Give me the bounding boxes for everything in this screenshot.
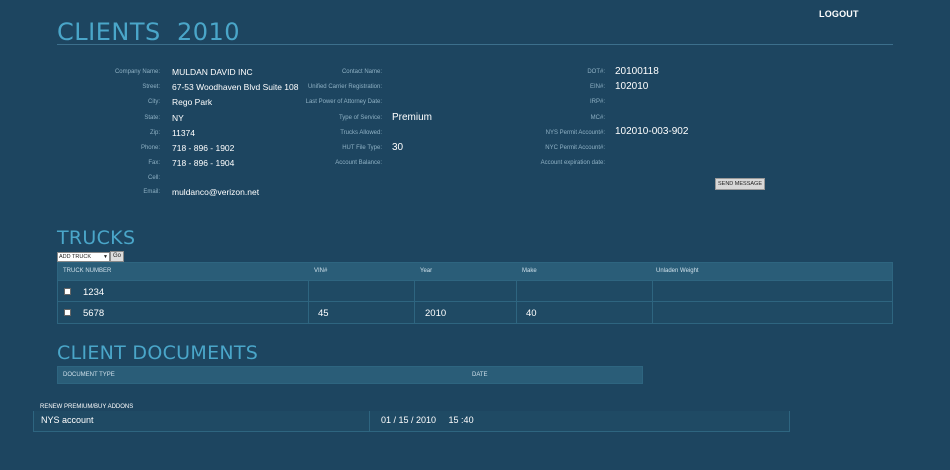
documents-table-header: DOCUMENT TYPE DATE (57, 366, 643, 384)
email-value: muldanco@verizon.net (172, 187, 260, 197)
column-divider (369, 411, 370, 432)
hut-file-type-label: HUT File Type: (342, 145, 382, 151)
col-unladen-weight: Unladen Weight (656, 268, 699, 274)
row-checkbox[interactable] (64, 309, 71, 316)
logout-link[interactable]: LOGOUT (819, 9, 859, 19)
addon-row: NYS account 01 / 15 / 2010 15 :40 (33, 411, 790, 432)
vin-cell: 45 (318, 308, 329, 319)
cell-label: Cell: (147, 175, 160, 181)
nys-permit-label: NYS Permit Account#: (545, 130, 605, 136)
year-cell: 2010 (425, 308, 447, 319)
addon-date: 01 / 15 / 2010 15 :40 (381, 415, 474, 425)
trucks-allowed-label: Trucks Allowed: (340, 130, 382, 136)
account-expiration-label: Account expiration date: (540, 160, 605, 166)
col-document-type: DOCUMENT TYPE (63, 372, 115, 378)
phone-value: 718 - 896 - 1902 (172, 143, 235, 153)
dot-value: 20100118 (615, 66, 659, 77)
add-truck-select-value: ADD TRUCK (59, 254, 91, 260)
trucks-section-title: TRUCKS (57, 227, 136, 249)
state-label: State: (144, 115, 160, 121)
ein-value: 102010 (615, 81, 649, 92)
trucks-table: TRUCK NUMBER VIN# Year Make Unladen Weig… (57, 262, 893, 324)
fax-value: 718 - 896 - 1904 (172, 158, 235, 168)
email-label: Email: (143, 189, 160, 195)
table-row[interactable]: 5678 45 2010 40 (58, 301, 892, 322)
city-label: City: (148, 99, 160, 105)
page-title: CLIENTS 2010 (57, 18, 241, 46)
documents-section-title: CLIENT DOCUMENTS (57, 342, 259, 364)
table-row[interactable]: 1234 (58, 280, 892, 301)
col-vin: VIN# (314, 268, 328, 274)
fax-label: Fax: (148, 160, 160, 166)
add-truck-select[interactable]: ADD TRUCK ▼ (57, 252, 110, 262)
row-checkbox[interactable] (64, 288, 71, 295)
zip-value: 11374 (172, 128, 196, 138)
phone-label: Phone: (140, 145, 160, 151)
state-value: NY (172, 113, 184, 123)
col-year: Year (420, 268, 433, 274)
send-message-button[interactable]: SEND MESSAGE (715, 178, 765, 190)
truck-number-cell: 1234 (83, 287, 105, 298)
go-button[interactable]: Go (110, 251, 124, 262)
col-date: DATE (472, 372, 488, 378)
trucks-table-header: TRUCK NUMBER VIN# Year Make Unladen Weig… (58, 263, 892, 280)
renew-premium-link[interactable]: RENEW PREMIUM/BUY ADDONS (40, 404, 133, 410)
dot-label: DOT#: (587, 69, 605, 75)
ein-label: EIN#: (589, 84, 605, 90)
col-truck-number: TRUCK NUMBER (63, 268, 112, 274)
account-balance-label: Account Balance: (335, 160, 382, 166)
truck-number-cell: 5678 (83, 308, 105, 319)
company-name-label: Company Name: (114, 69, 160, 75)
make-cell: 40 (526, 308, 537, 319)
service-type-value: Premium (392, 112, 433, 123)
zip-label: Zip: (149, 130, 160, 136)
service-type-label: Type of Service: (338, 115, 382, 121)
nyc-permit-label: NYC Permit Account#: (545, 145, 605, 151)
company-name-value: MULDAN DAVID INC (172, 67, 253, 77)
mc-label: MC#: (590, 115, 605, 121)
city-value: Rego Park (172, 97, 213, 107)
hut-file-type-value: 30 (392, 142, 404, 153)
poa-date-label: Last Power of Attorney Date: (305, 99, 382, 105)
contact-name-label: Contact Name: (341, 69, 382, 75)
nys-permit-value: 102010-003-902 (615, 126, 689, 137)
street-label: Street: (142, 84, 160, 90)
addon-name: NYS account (41, 415, 94, 425)
title-divider (57, 44, 893, 45)
chevron-down-icon: ▼ (103, 254, 108, 260)
ucr-label: Unified Carrier Registration: (307, 84, 382, 90)
col-make: Make (522, 268, 537, 274)
irp-label: IRP#: (589, 99, 605, 105)
